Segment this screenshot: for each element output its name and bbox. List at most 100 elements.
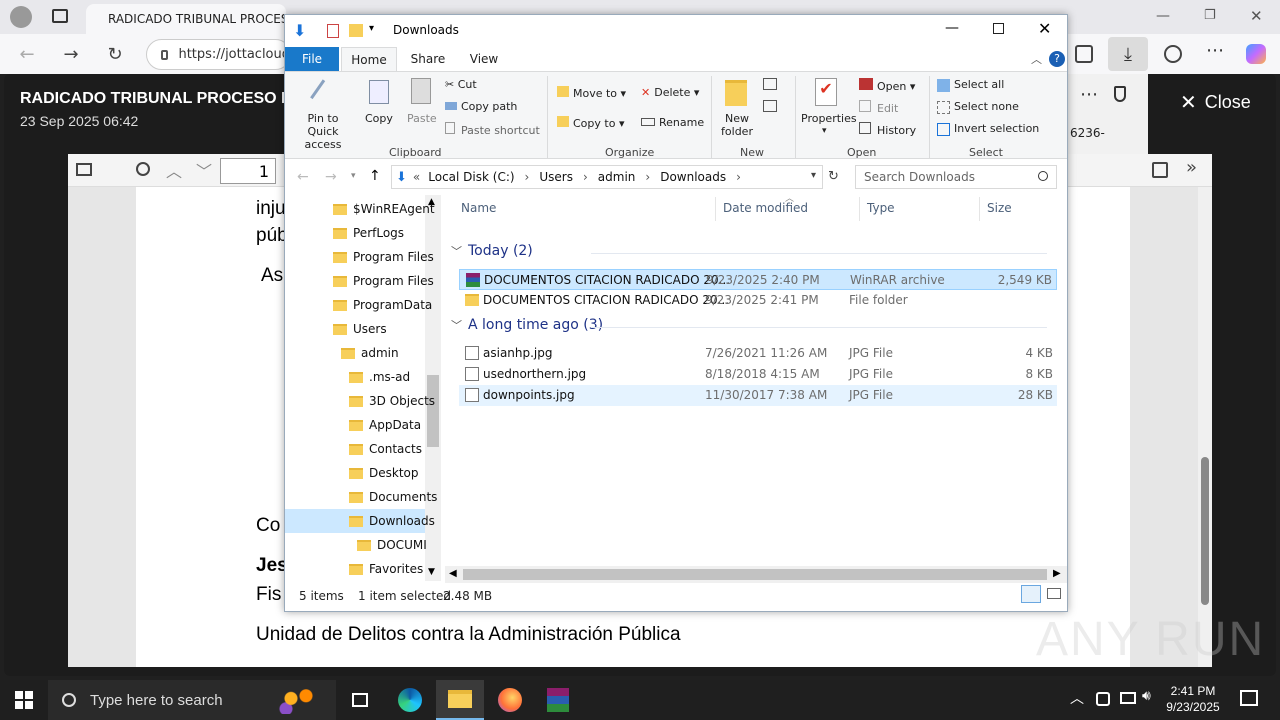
tree-item[interactable]: Downloads bbox=[349, 509, 435, 533]
tab-view[interactable]: View bbox=[457, 47, 511, 71]
copy-to-button[interactable]: Copy to ▾ bbox=[557, 116, 624, 130]
performance-icon[interactable] bbox=[1164, 45, 1182, 63]
column-header-date[interactable]: Date modified bbox=[723, 201, 808, 215]
file-row[interactable]: usednorthern.jpg 8/18/2018 4:15 AM JPG Fil… bbox=[459, 364, 1057, 385]
delete-button[interactable]: ✕ Delete ▾ bbox=[641, 86, 699, 99]
path-segment[interactable]: Users bbox=[539, 170, 573, 184]
column-divider[interactable] bbox=[979, 197, 980, 221]
hscroll-thumb[interactable] bbox=[463, 569, 1047, 580]
tree-item[interactable]: Program Files bbox=[333, 269, 434, 293]
copy-icon[interactable] bbox=[369, 80, 389, 104]
column-header-size[interactable]: Size bbox=[987, 201, 1012, 215]
tree-item[interactable]: Program Files bbox=[333, 245, 434, 269]
forward-icon[interactable]: → bbox=[325, 169, 337, 185]
pdf-search-icon[interactable] bbox=[136, 162, 150, 176]
collapse-ribbon-icon[interactable]: ︿ bbox=[1031, 51, 1042, 67]
previous-page-icon[interactable]: ︿ bbox=[166, 158, 182, 182]
recent-locations-icon[interactable]: ▾ bbox=[351, 171, 356, 181]
tree-item[interactable]: admin bbox=[341, 341, 399, 365]
file-row[interactable]: asianhp.jpg 7/26/2021 11:26 AM JPG File 4 K… bbox=[459, 343, 1057, 364]
copilot-icon[interactable] bbox=[1246, 44, 1266, 64]
pdf-scroll-thumb[interactable] bbox=[1201, 457, 1209, 605]
show-hidden-icons[interactable]: ︿ bbox=[1070, 688, 1084, 708]
meet-now-icon[interactable] bbox=[1096, 692, 1110, 706]
easy-access-icon[interactable] bbox=[763, 100, 777, 112]
open-button[interactable]: Open ▾ bbox=[859, 78, 915, 93]
address-bar[interactable]: https://jottacloud bbox=[146, 39, 291, 70]
more-options-icon[interactable]: ⋯ bbox=[1080, 84, 1098, 105]
notifications-icon[interactable] bbox=[1240, 690, 1258, 706]
start-button[interactable] bbox=[0, 680, 48, 720]
group-header[interactable]: ﹀ A long time ago (3) bbox=[451, 317, 603, 333]
task-view-icon[interactable] bbox=[336, 680, 384, 720]
close-explorer-button[interactable]: ✕ bbox=[1038, 19, 1051, 38]
tree-item[interactable]: Contacts bbox=[349, 437, 422, 461]
search-downloads-input[interactable]: Search Downloads bbox=[855, 165, 1057, 189]
new-item-icon[interactable] bbox=[763, 78, 777, 90]
restore-browser-button[interactable]: ❐ bbox=[1204, 8, 1216, 23]
viewer-close-button[interactable]: ✕ Close bbox=[1180, 90, 1251, 115]
column-header-type[interactable]: Type bbox=[867, 201, 895, 215]
next-page-icon[interactable]: ﹀ bbox=[196, 158, 212, 182]
large-icons-view-icon[interactable] bbox=[1047, 588, 1061, 599]
column-header-name[interactable]: Name bbox=[461, 201, 496, 215]
page-number-input[interactable]: 1 bbox=[220, 158, 276, 184]
tree-item[interactable]: .ms-ad bbox=[349, 365, 410, 389]
forward-icon[interactable]: → bbox=[56, 39, 86, 69]
move-to-button[interactable]: Move to ▾ bbox=[557, 86, 626, 100]
file-list-hscrollbar[interactable]: ◀ ▶ bbox=[445, 566, 1067, 583]
file-row[interactable]: DOCUMENTOS CITACION RADICADO 20... 9/23/2… bbox=[459, 269, 1057, 290]
properties-dropdown-icon[interactable]: ▾ bbox=[822, 126, 827, 136]
edit-button[interactable]: Edit bbox=[859, 100, 898, 115]
tab-share[interactable]: Share bbox=[401, 47, 455, 71]
up-folder-icon[interactable]: ↑ bbox=[369, 168, 381, 184]
copy-button[interactable]: Copy bbox=[365, 112, 393, 125]
column-divider[interactable] bbox=[715, 197, 716, 221]
tree-item[interactable]: Favorites bbox=[349, 557, 423, 581]
tree-item[interactable]: ProgramData bbox=[333, 293, 432, 317]
maximize-explorer-button[interactable] bbox=[993, 23, 1004, 34]
pdf-scrollbar[interactable] bbox=[1198, 187, 1212, 667]
browser-tab[interactable]: RADICADO TRIBUNAL PROCESO NO bbox=[86, 4, 286, 34]
copy-path-button[interactable]: Copy path bbox=[445, 100, 517, 113]
tree-item[interactable]: Users bbox=[333, 317, 387, 341]
extensions-icon[interactable] bbox=[1075, 45, 1093, 63]
tree-item[interactable]: $WinREAgent bbox=[333, 197, 435, 221]
tab-home[interactable]: Home bbox=[341, 47, 397, 71]
cut-button[interactable]: ✂ Cut bbox=[445, 78, 477, 91]
tree-item[interactable]: DOCUMI bbox=[357, 533, 427, 557]
help-icon[interactable]: ? bbox=[1049, 51, 1065, 67]
details-view-icon[interactable] bbox=[1021, 585, 1041, 603]
new-folder-button[interactable]: New folder bbox=[719, 112, 755, 138]
tree-item[interactable]: Desktop bbox=[349, 461, 419, 485]
minimize-explorer-button[interactable]: — bbox=[945, 20, 959, 36]
expand-toolbar-icon[interactable]: » bbox=[1186, 157, 1197, 178]
close-browser-button[interactable]: ✕ bbox=[1250, 7, 1263, 25]
reload-icon[interactable]: ↻ bbox=[100, 39, 130, 69]
pin-to-quick-access-button[interactable]: Pin to Quick access bbox=[291, 112, 355, 151]
path-overflow[interactable]: « bbox=[413, 170, 420, 184]
new-folder-quick-icon[interactable] bbox=[349, 24, 363, 37]
thumbnails-icon[interactable] bbox=[76, 163, 92, 176]
save-icon[interactable] bbox=[1152, 162, 1168, 178]
profile-avatar-icon[interactable] bbox=[10, 6, 32, 28]
group-header[interactable]: ﹀ Today (2) bbox=[451, 243, 533, 259]
volume-icon[interactable]: 🔊︎ bbox=[1142, 688, 1151, 704]
network-icon[interactable] bbox=[1120, 692, 1136, 704]
tab-file[interactable]: File bbox=[285, 47, 339, 71]
path-segment[interactable]: admin bbox=[598, 170, 636, 184]
refresh-icon[interactable]: ↻ bbox=[828, 169, 839, 184]
file-row[interactable]: downpoints.jpg 11/30/2017 7:38 AM JPG File… bbox=[459, 385, 1057, 406]
edge-icon[interactable] bbox=[386, 680, 434, 720]
pin-icon[interactable] bbox=[1114, 86, 1126, 102]
invert-selection-button[interactable]: Invert selection bbox=[937, 122, 1039, 136]
tree-item[interactable]: AppData bbox=[349, 413, 421, 437]
taskbar-search-box[interactable]: Type here to search bbox=[48, 680, 336, 720]
taskbar-clock[interactable]: 2:41 PM 9/23/2025 bbox=[1160, 683, 1226, 715]
minimize-browser-button[interactable]: — bbox=[1156, 8, 1170, 24]
scroll-down-icon[interactable]: ▼ bbox=[428, 567, 435, 577]
path-dropdown-icon[interactable]: ▾ bbox=[811, 170, 816, 181]
path-segment[interactable]: Downloads bbox=[660, 170, 726, 184]
properties-button[interactable]: Properties bbox=[801, 112, 857, 125]
scroll-left-icon[interactable]: ◀ bbox=[449, 568, 457, 579]
